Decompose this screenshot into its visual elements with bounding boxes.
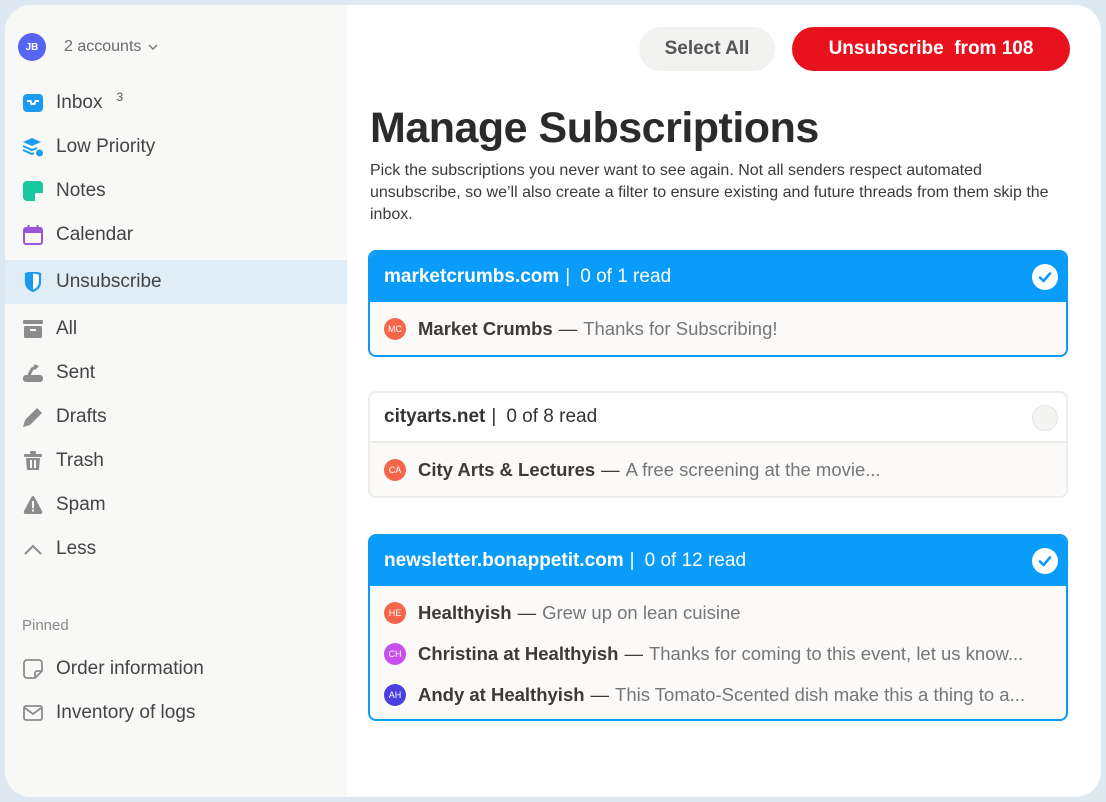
sidebar-item-calendar[interactable]: Calendar (5, 213, 347, 257)
checkbox-checked[interactable] (1032, 548, 1058, 574)
subscription-domain: cityarts.net (384, 406, 486, 427)
message-snippet: A free screening at the movie... (625, 458, 881, 480)
select-all-button[interactable]: Select All (639, 27, 775, 71)
sender-avatar: HE (384, 601, 406, 624)
trash-icon (22, 450, 44, 472)
list-item[interactable]: HE Healthyish — Grew up on lean cuisine (370, 592, 1066, 633)
separator: | (629, 550, 635, 571)
sender-name: City Arts & Lectures (418, 458, 596, 480)
sender-avatar: MC (384, 317, 406, 340)
pinned-item-order-information[interactable]: Order information (5, 647, 347, 691)
sender-avatar: CA (384, 458, 406, 481)
checkbox-checked[interactable] (1032, 264, 1058, 290)
warning-icon (22, 494, 44, 516)
dash: — (517, 601, 537, 623)
sidebar-item-spam[interactable]: Spam (5, 483, 347, 527)
sidebar-item-all[interactable]: All (5, 307, 347, 351)
message-list: CA City Arts & Lectures — A free screeni… (370, 443, 1066, 496)
notes-icon (22, 180, 44, 202)
sidebar-item-unsubscribe[interactable]: Unsubscribe (5, 260, 347, 304)
sidebar-item-sent[interactable]: Sent (5, 351, 347, 395)
pinned-heading: Pinned (22, 617, 69, 634)
subscription-card[interactable]: cityarts.net | 0 of 8 read CA City Arts … (368, 391, 1068, 498)
subscription-domain: newsletter.bonappetit.com (384, 550, 624, 571)
read-count: 0 of 12 read (644, 550, 747, 571)
sender-name: Christina at Healthyish (418, 642, 619, 664)
checkmark-icon (1038, 556, 1052, 567)
subscription-header[interactable]: marketcrumbs.com | 0 of 1 read (370, 252, 1066, 302)
checkbox-unchecked[interactable] (1032, 405, 1058, 431)
dash: — (558, 317, 578, 339)
pinned-item-inventory-of-logs[interactable]: Inventory of logs (5, 691, 347, 735)
read-count: 0 of 8 read (506, 406, 598, 427)
sender-name: Market Crumbs (418, 317, 553, 339)
calendar-icon (22, 224, 44, 246)
checkmark-icon (1038, 272, 1052, 283)
envelope-icon (22, 702, 44, 724)
sidebar: JB 2 accounts Inbox 3 Low Priority Notes… (5, 5, 347, 797)
subscription-header[interactable]: newsletter.bonappetit.com | 0 of 12 read (370, 536, 1066, 586)
inbox-icon (22, 92, 44, 114)
shield-icon (22, 271, 44, 293)
pinned-list: Order information Inventory of logs (5, 647, 347, 735)
chevron-up-icon (22, 538, 44, 560)
page-title: Manage Subscriptions (370, 104, 819, 152)
sender-name: Healthyish (418, 601, 512, 623)
sidebar-item-notes[interactable]: Notes (5, 169, 347, 213)
page-description: Pick the subscriptions you never want to… (370, 162, 1049, 223)
list-item[interactable]: MC Market Crumbs — Thanks for Subscribin… (370, 308, 1066, 349)
accounts-label: 2 accounts (64, 38, 142, 55)
message-snippet: Grew up on lean cuisine (542, 601, 741, 623)
message-snippet: Thanks for coming to this event, let us … (648, 642, 1024, 664)
list-item[interactable]: AH Andy at Healthyish — This Tomato-Scen… (370, 674, 1066, 715)
archive-icon (22, 318, 44, 340)
pencil-icon (22, 406, 44, 428)
sender-avatar: CH (384, 642, 406, 665)
sidebar-nav: Inbox 3 Low Priority Notes Calendar Unsu… (5, 81, 347, 571)
list-item[interactable]: CA City Arts & Lectures — A free screeni… (370, 449, 1066, 490)
dash: — (601, 458, 620, 480)
sidebar-item-low-priority[interactable]: Low Priority (5, 125, 347, 169)
inbox-count-badge: 3 (116, 90, 124, 104)
subscription-domain: marketcrumbs.com (384, 266, 560, 287)
sidebar-item-trash[interactable]: Trash (5, 439, 347, 483)
subscription-card[interactable]: marketcrumbs.com | 0 of 1 read MC Market… (368, 250, 1068, 357)
subscription-header[interactable]: cityarts.net | 0 of 8 read (370, 393, 1066, 443)
message-list: HE Healthyish — Grew up on lean cuisine … (370, 586, 1066, 719)
message-snippet: This Tomato-Scented dish make this a thi… (615, 683, 1026, 705)
message-snippet: Thanks for Subscribing! (583, 317, 778, 339)
separator: | (491, 406, 497, 427)
avatar: JB (18, 33, 46, 61)
sent-icon (22, 362, 44, 384)
sender-name: Andy at Healthyish (418, 683, 585, 705)
message-list: MC Market Crumbs — Thanks for Subscribin… (370, 302, 1066, 355)
list-item[interactable]: CH Christina at Healthyish — Thanks for … (370, 633, 1066, 674)
dash: — (624, 642, 643, 664)
read-count: 0 of 1 read (580, 266, 672, 287)
account-switcher[interactable]: JB 2 accounts (18, 33, 159, 61)
sidebar-item-inbox[interactable]: Inbox 3 (5, 81, 347, 125)
dash: — (590, 683, 610, 705)
note-outline-icon (22, 658, 44, 680)
chevron-down-icon (148, 44, 158, 50)
subscription-card[interactable]: newsletter.bonappetit.com | 0 of 12 read… (368, 534, 1068, 721)
sidebar-item-less[interactable]: Less (5, 527, 347, 571)
low-priority-icon (22, 136, 44, 158)
unsubscribe-button[interactable]: Unsubscribe from 108 (792, 27, 1070, 71)
sidebar-item-drafts[interactable]: Drafts (5, 395, 347, 439)
sender-avatar: AH (384, 683, 406, 706)
separator: | (565, 266, 571, 287)
